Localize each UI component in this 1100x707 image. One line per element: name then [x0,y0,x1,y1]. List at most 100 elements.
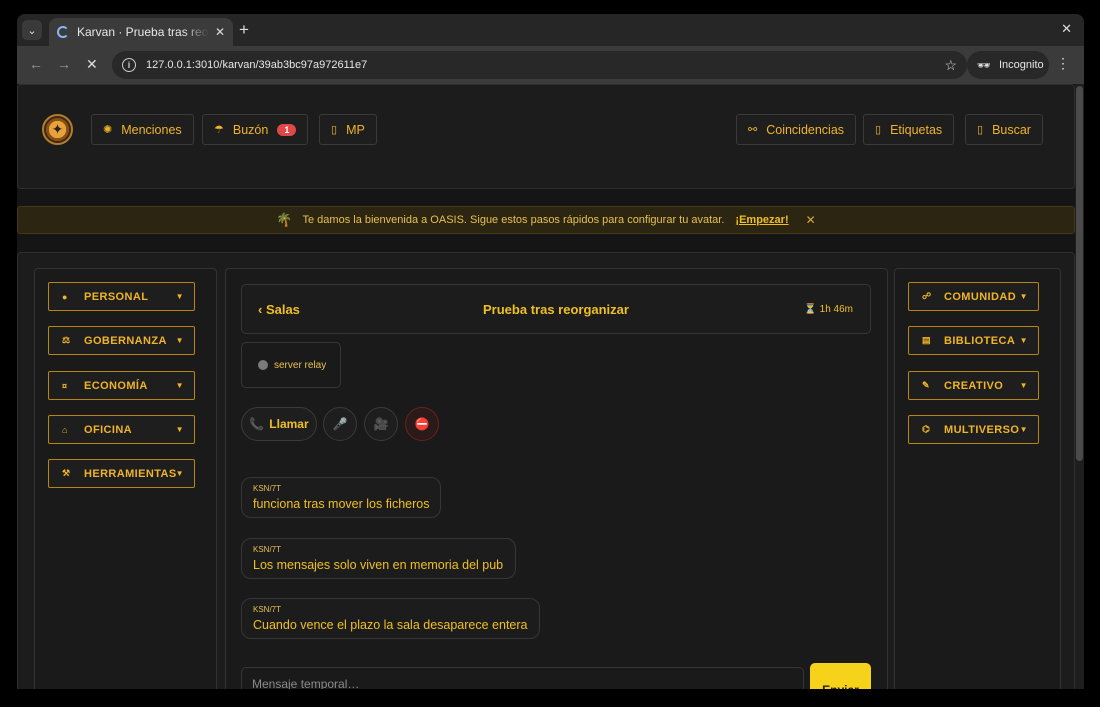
message-bubble: KSN/7T funciona tras mover los ficheros [241,477,441,518]
caret-down-icon: ▼ [1019,292,1028,301]
scales-icon: ⚖ [62,335,71,345]
menu-biblioteca[interactable]: ▤ BIBLIOTECA ▼ [908,326,1039,355]
hangup-button[interactable]: ⛔ [405,407,439,441]
menu-comunidad[interactable]: ☍ COMUNIDAD ▼ [908,282,1039,311]
browser-menu-icon[interactable]: ⋮ [1056,55,1070,72]
mp-label: MP [346,122,365,137]
menu-label: COMUNIDAD [944,290,1017,303]
coincidencias-button[interactable]: ⚯ Coincidencias [736,114,857,145]
menu-multiverso[interactable]: ⌬ MULTIVERSO ▼ [908,415,1039,444]
person-icon: ● [62,291,68,302]
tag-icon: ▯ [875,124,882,136]
menciones-label: Menciones [121,122,182,137]
bookmark-star-icon[interactable]: ☆ [944,57,957,74]
buscar-button[interactable]: ▯ Buscar [965,114,1043,145]
page-scrollbar[interactable] [1075,84,1084,689]
message-input[interactable]: Mensaje temporal… [241,667,804,689]
play-icon: ⌬ [922,424,931,434]
window-close-icon[interactable]: ✕ [1061,21,1072,37]
banner-close-icon[interactable]: ✕ [806,213,816,227]
menu-oficina[interactable]: ⌂ OFICINA ▼ [48,415,195,444]
send-button[interactable]: Enviar [810,663,871,689]
buzon-button[interactable]: ☂ Buzón 1 [202,114,309,145]
incognito-label: Incognito [998,59,1044,71]
url-text[interactable]: 127.0.0.1:3010/karvan/39ab3bc97a972611e7 [146,59,367,71]
forward-icon[interactable]: → [57,56,71,72]
banner-text: Te damos la bienvenida a OASIS. Sigue es… [302,214,725,226]
caret-down-icon: ▼ [175,336,184,345]
etiquetas-button[interactable]: ▯ Etiquetas [863,114,955,145]
pencil-icon: ✎ [922,380,930,390]
loading-icon [57,26,69,38]
menu-herramientas[interactable]: ⚒ HERRAMIENTAS ▼ [48,459,195,488]
room-header: ‹ Salas Prueba tras reorganizar ⏳ 1h 46m [241,284,871,334]
microphone-icon: 🎤 [332,417,348,431]
menu-creativo[interactable]: ✎ CREATIVO ▼ [908,371,1039,400]
link-icon: ⚯ [748,124,758,136]
microphone-button[interactable]: 🎤 [323,407,357,441]
top-navigation: ✦ ✺ Menciones ☂ Buzón 1 ▯ MP ⚯ Coinciden… [17,84,1075,189]
caret-down-icon: ▼ [1019,425,1028,434]
tab-close-icon[interactable]: ✕ [215,25,225,39]
address-bar[interactable]: i 127.0.0.1:3010/karvan/39ab3bc97a972611… [112,51,967,79]
buzon-label: Buzón [232,122,269,137]
welcome-banner: 🌴 Te damos la bienvenida a OASIS. Sigue … [17,206,1075,234]
incognito-indicator[interactable]: 🕶 Incognito [967,51,1049,79]
mp-button[interactable]: ▯ MP [319,114,377,145]
oasis-logo[interactable]: ✦ [42,114,73,145]
message-icon: ▯ [331,124,338,136]
message-author: KSN/7T [253,545,282,554]
menu-gobernanza[interactable]: ⚖ GOBERNANZA ▼ [48,326,195,355]
tools-icon: ⚒ [62,468,71,478]
menciones-button[interactable]: ✺ Menciones [91,114,194,145]
main-content: ● PERSONAL ▼ ⚖ GOBERNANZA ▼ ¤ ECONOMÍA ▼… [17,252,1075,689]
menu-economia[interactable]: ¤ ECONOMÍA ▼ [48,371,195,400]
message-author: KSN/7T [253,484,282,493]
sun-icon: ✺ [103,124,113,136]
caret-down-icon: ▼ [175,381,184,390]
caret-down-icon: ▼ [1019,336,1028,345]
search-icon: ▯ [977,124,984,136]
menu-label: CREATIVO [944,379,1004,392]
incognito-icon: 🕶 [977,59,991,72]
start-link[interactable]: ¡Empezar! [735,214,788,226]
home-icon: ⌂ [62,424,68,435]
tab-title: Karvan · Prueba tras reorganizar [77,25,209,39]
left-sidebar: ● PERSONAL ▼ ⚖ GOBERNANZA ▼ ¤ ECONOMÍA ▼… [34,268,217,689]
menu-label: ECONOMÍA [84,379,148,392]
currency-icon: ¤ [62,380,68,391]
camera-icon: 🎥 [373,417,389,431]
caret-down-icon: ▼ [175,292,184,301]
message-text: Cuando vence el plazo la sala desaparece… [253,618,528,632]
menu-label: GOBERNANZA [84,334,167,347]
browser-window: ⌄ Karvan · Prueba tras reorganizar ✕ + ✕… [17,14,1084,689]
message-text: Los mensajes solo viven en memoria del p… [253,558,504,572]
message-author: KSN/7T [253,605,282,614]
browser-tab[interactable]: Karvan · Prueba tras reorganizar ✕ [49,18,233,46]
chat-panel: ‹ Salas Prueba tras reorganizar ⏳ 1h 46m… [225,268,888,689]
site-info-icon[interactable]: i [122,58,136,72]
tab-strip: ⌄ Karvan · Prueba tras reorganizar ✕ + ✕ [17,14,1084,46]
menu-personal[interactable]: ● PERSONAL ▼ [48,282,195,311]
menu-label: OFICINA [84,423,133,436]
camera-button[interactable]: 🎥 [364,407,398,441]
menu-label: MULTIVERSO [944,423,1020,436]
relay-label: server relay [274,359,327,371]
menu-label: BIBLIOTECA [944,334,1016,347]
call-button[interactable]: 📞 Llamar [241,407,317,441]
caret-down-icon: ▼ [175,469,184,478]
new-tab-icon[interactable]: + [239,20,249,40]
etiquetas-label: Etiquetas [890,122,943,137]
scrollbar-thumb[interactable] [1076,86,1083,461]
tab-search-icon[interactable]: ⌄ [22,20,42,40]
message-bubble: KSN/7T Los mensajes solo viven en memori… [241,538,516,579]
menu-label: PERSONAL [84,290,149,303]
coincidencias-label: Coincidencias [766,122,845,137]
caret-down-icon: ▼ [175,425,184,434]
hourglass-icon: ⏳ [804,304,817,315]
stop-loading-icon[interactable]: ✕ [86,56,98,73]
back-icon[interactable]: ← [29,56,43,72]
status-dot [258,360,268,370]
phone-icon: 📞 [249,417,265,431]
palm-tree-icon: 🌴 [276,212,293,227]
